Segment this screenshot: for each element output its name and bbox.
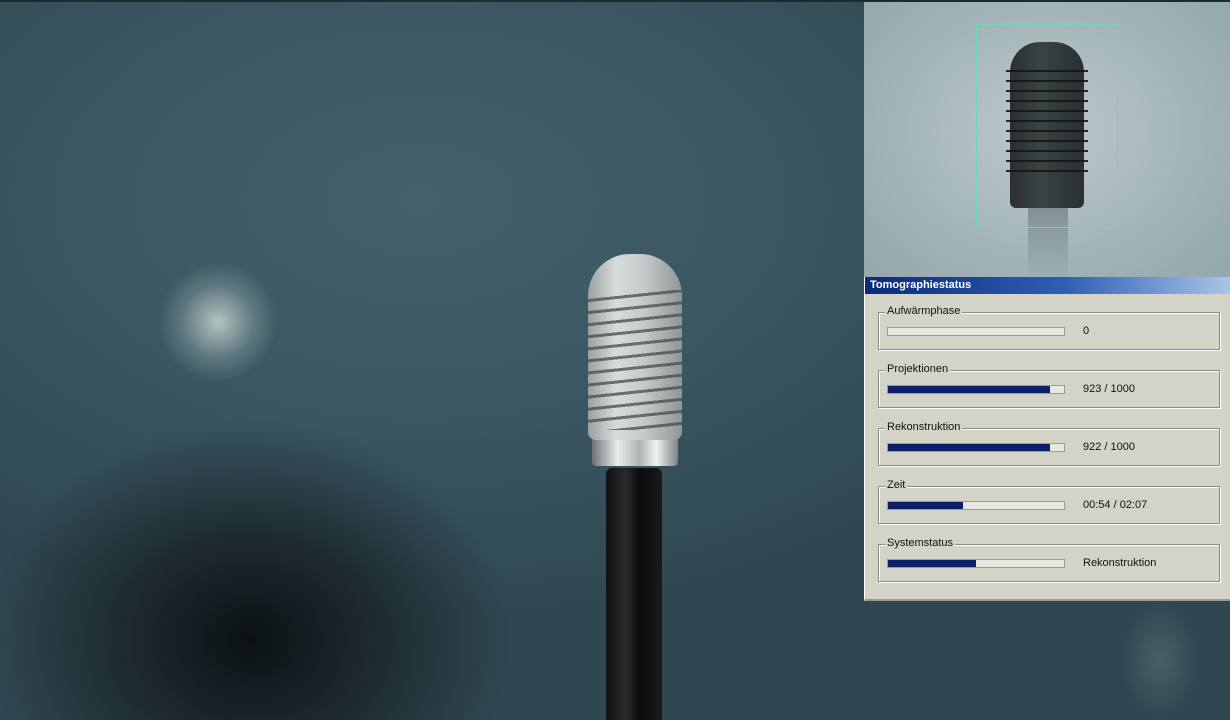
- progress-fill: [888, 386, 1051, 393]
- background-glow: [1120, 600, 1200, 720]
- time-value: 00:54 / 02:07: [1083, 499, 1148, 511]
- specimen-rod: [606, 468, 662, 720]
- projections-progress-bar: [887, 385, 1065, 394]
- group-reconstruction: Rekonstruktion 922 / 1000: [878, 421, 1220, 466]
- progress-fill: [888, 444, 1051, 451]
- tomography-status-dialog: Tomographiestatus Aufwärmphase 0 Projekt…: [864, 277, 1230, 601]
- group-warmup: Aufwärmphase 0: [878, 305, 1220, 350]
- dialog-titlebar[interactable]: Tomographiestatus: [865, 277, 1230, 294]
- group-label: Projektionen: [885, 363, 951, 375]
- group-label: Rekonstruktion: [885, 421, 963, 433]
- progress-fill: [888, 502, 963, 509]
- reconstruction-progress-bar: [887, 443, 1065, 452]
- implant-collar: [592, 436, 678, 466]
- xray-preview-window: [864, 2, 1230, 277]
- group-label: Systemstatus: [885, 537, 956, 549]
- system-status-progress-bar: [887, 559, 1065, 568]
- group-system-status: Systemstatus Rekonstruktion: [878, 537, 1220, 582]
- group-label: Zeit: [885, 479, 908, 491]
- projections-value: 923 / 1000: [1083, 383, 1135, 395]
- group-projections: Projektionen 923 / 1000: [878, 363, 1220, 408]
- reconstruction-value: 922 / 1000: [1083, 441, 1135, 453]
- warmup-progress-bar: [887, 327, 1065, 336]
- group-label: Aufwärmphase: [885, 305, 963, 317]
- dental-implant: [588, 254, 682, 440]
- progress-fill: [888, 560, 976, 567]
- warmup-value: 0: [1083, 325, 1090, 337]
- group-time: Zeit 00:54 / 02:07: [878, 479, 1220, 524]
- region-of-interest-box[interactable]: [976, 24, 1118, 228]
- system-status-value: Rekonstruktion: [1083, 557, 1157, 569]
- time-progress-bar: [887, 501, 1065, 510]
- implant-threads: [588, 290, 682, 430]
